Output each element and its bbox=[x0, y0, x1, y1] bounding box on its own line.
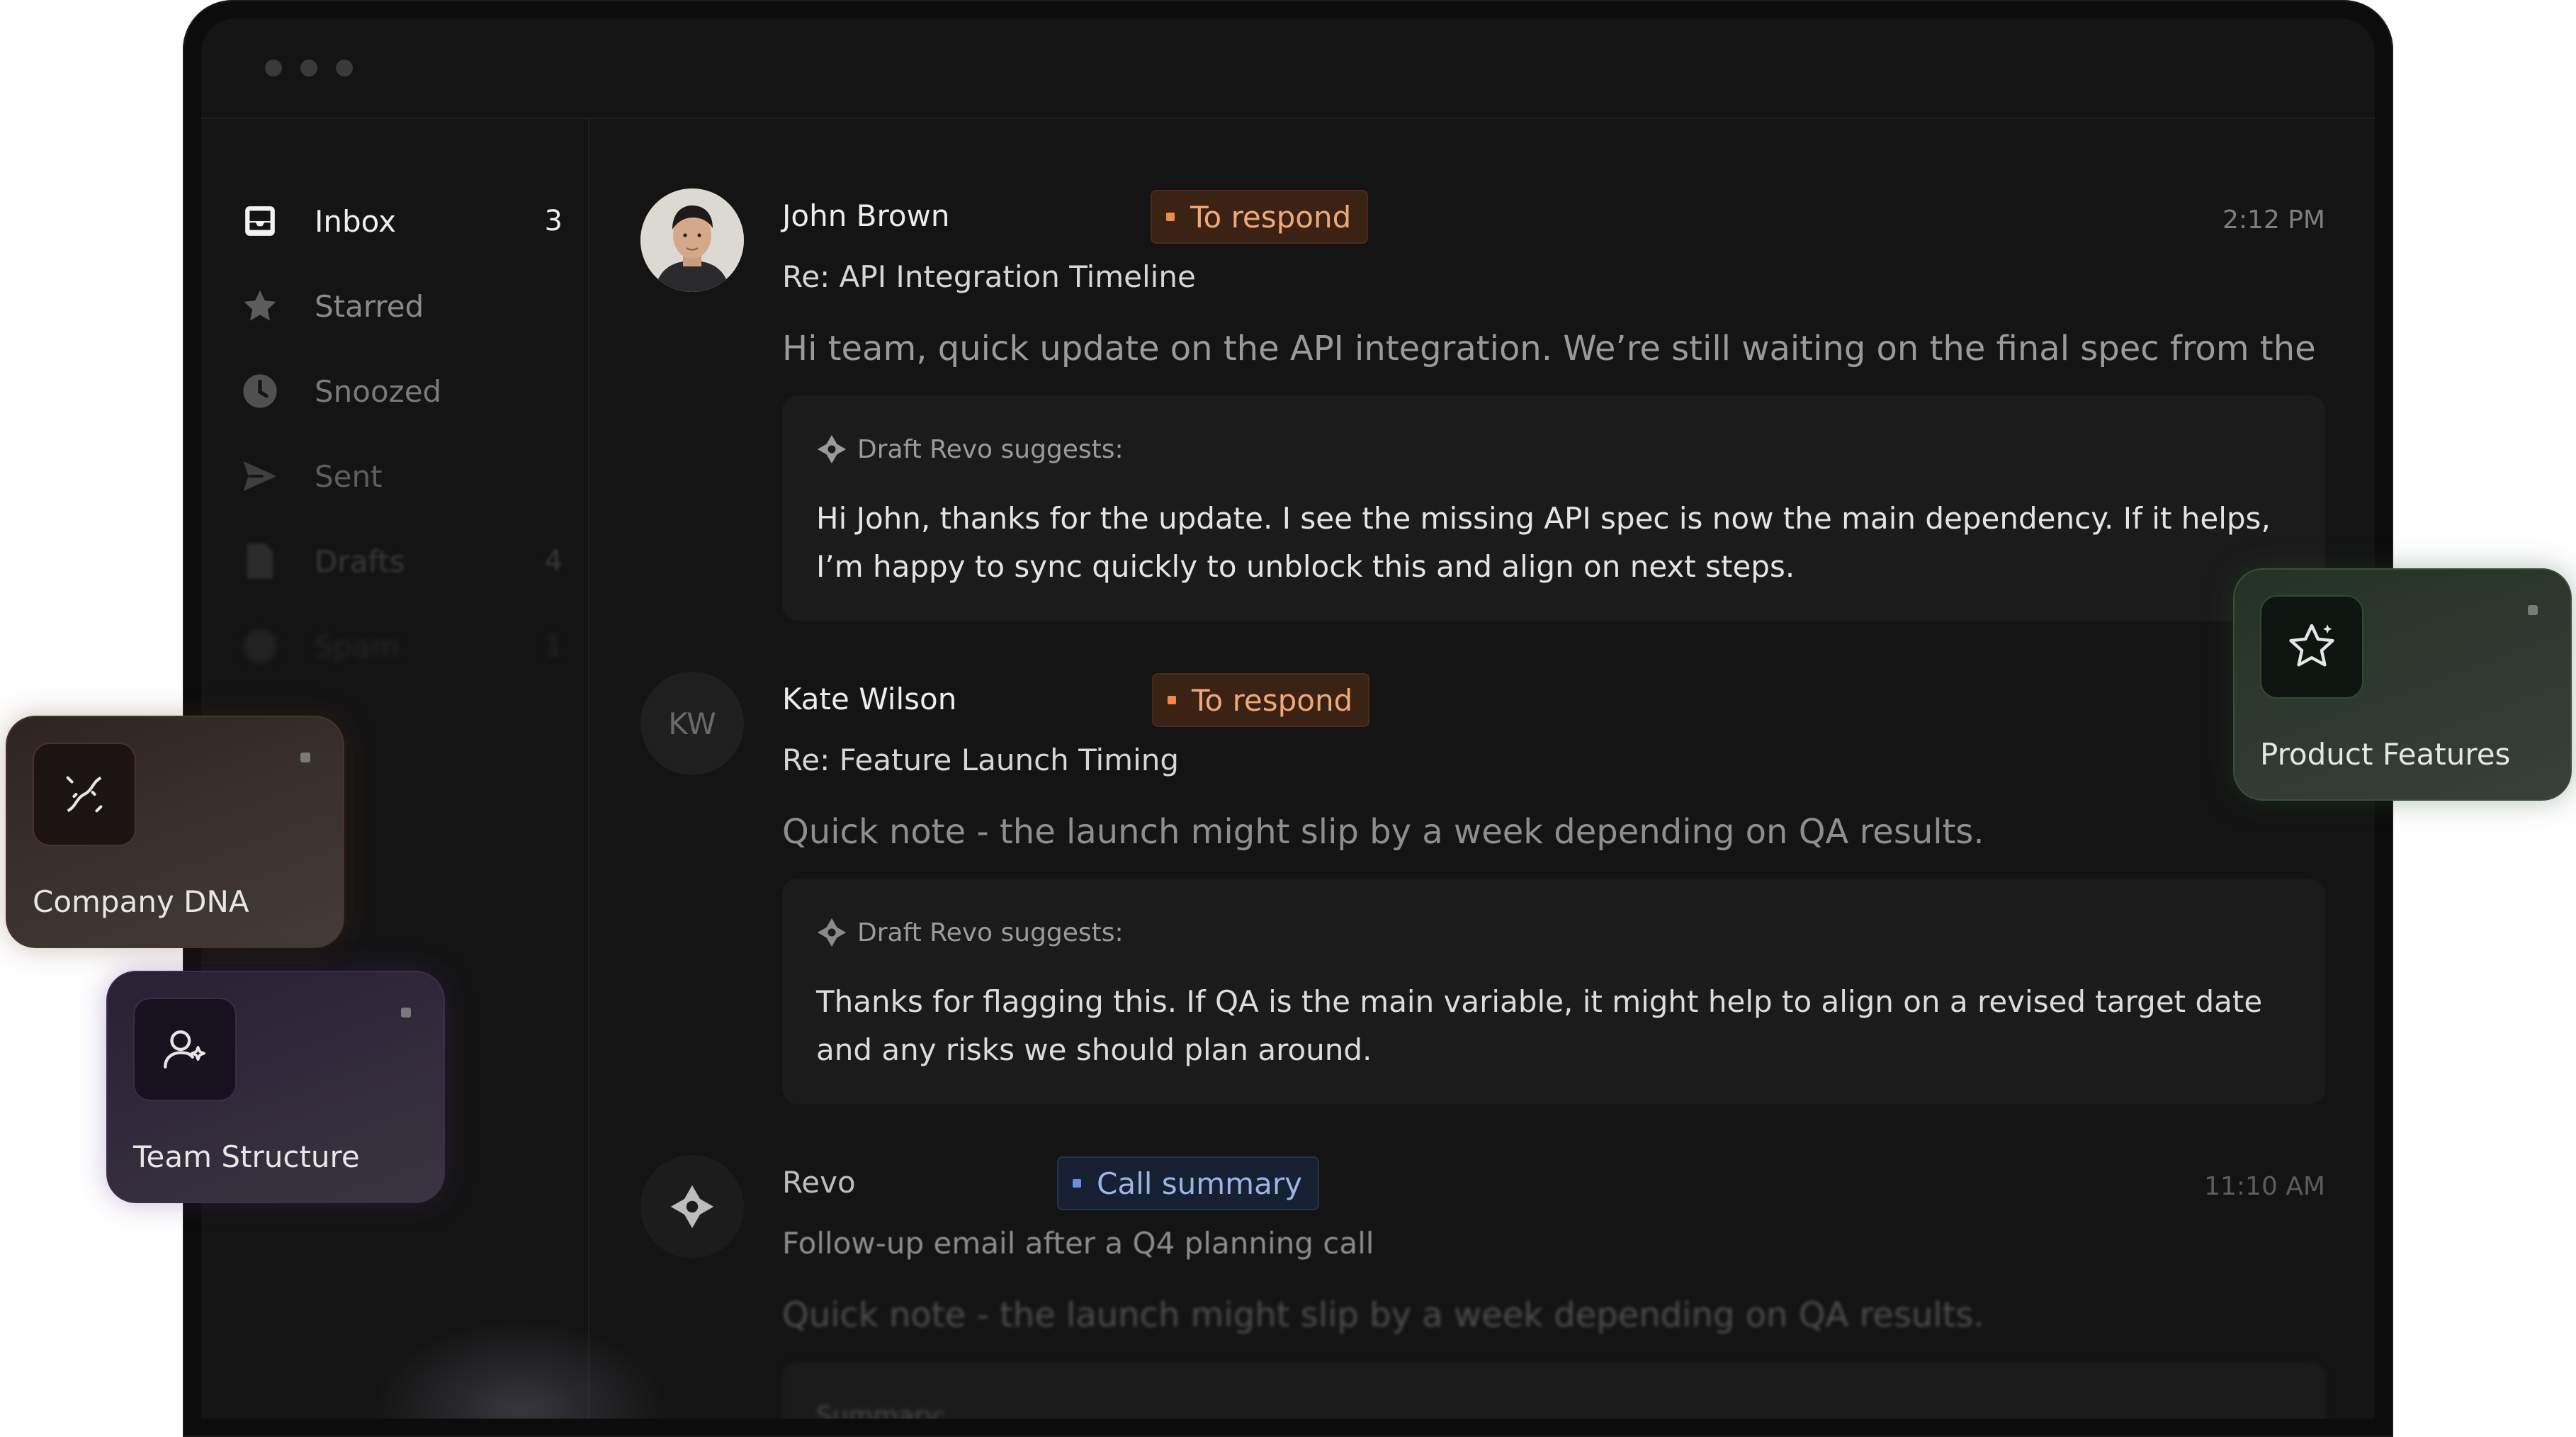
sidebar-item-label: Inbox bbox=[315, 203, 396, 239]
card-indicator-dot bbox=[2528, 605, 2538, 615]
avatar bbox=[640, 188, 744, 292]
email-preview: Hi team, quick update on the API integra… bbox=[782, 329, 2325, 368]
company-dna-card[interactable]: Company DNA bbox=[6, 716, 344, 948]
draft-suggestion[interactable]: Draft Revo suggests: Hi John, thanks for… bbox=[782, 395, 2325, 621]
email-item[interactable]: Revo Call summary 11:10 AM Follow-up ema… bbox=[589, 1084, 2375, 1419]
card-label: Team Structure bbox=[133, 1139, 360, 1174]
badge-dot-icon bbox=[1166, 213, 1175, 221]
revo-icon bbox=[817, 434, 847, 464]
revo-logo-icon bbox=[670, 1185, 714, 1229]
dna-icon bbox=[33, 743, 136, 846]
card-label: Product Features bbox=[2260, 737, 2511, 772]
sender-name: John Brown bbox=[782, 198, 950, 233]
sidebar-item-label: Starred bbox=[315, 288, 424, 324]
badge-label: To respond bbox=[1190, 199, 1352, 235]
email-subject: Re: Feature Launch Timing bbox=[782, 743, 1180, 777]
summary-heading: Summary: bbox=[816, 1402, 947, 1419]
sidebar-item-label: Drafts bbox=[315, 543, 405, 579]
email-item[interactable]: John Brown To respond 2:12 PM Re: API In… bbox=[589, 119, 2375, 621]
sidebar-item-label: Spam bbox=[315, 629, 400, 664]
email-time: 2:12 PM bbox=[2222, 205, 2325, 235]
draft-heading-label: Draft Revo suggests: bbox=[857, 434, 1124, 464]
star-icon bbox=[239, 286, 281, 327]
draft-heading: Draft Revo suggests: bbox=[816, 917, 1124, 948]
app-window: Inbox 3 Starred Snoozed Sent Drafts 4 Sp… bbox=[201, 18, 2375, 1419]
badge-label: To respond bbox=[1192, 682, 1353, 718]
email-list: John Brown To respond 2:12 PM Re: API In… bbox=[589, 119, 2375, 1419]
title-bar bbox=[201, 18, 2375, 119]
card-label: Company DNA bbox=[33, 884, 249, 919]
email-subject: Re: API Integration Timeline bbox=[782, 259, 1196, 294]
window-dot-close[interactable] bbox=[265, 60, 282, 77]
draft-heading: Draft Revo suggests: bbox=[816, 434, 1124, 465]
draft-text: Thanks for flagging this. If QA is the m… bbox=[816, 984, 2263, 1067]
sidebar-item-label: Sent bbox=[315, 458, 383, 494]
email-item[interactable]: KW Kate Wilson To respond Re: Feature La… bbox=[589, 601, 2375, 1104]
inbox-icon bbox=[239, 201, 281, 242]
sidebar-item-inbox[interactable]: Inbox 3 bbox=[239, 193, 563, 249]
person-photo bbox=[640, 188, 744, 292]
email-subject: Follow-up email after a Q4 planning call bbox=[782, 1226, 1374, 1261]
card-indicator-dot bbox=[300, 753, 310, 762]
sparkle-star-icon bbox=[2260, 595, 2363, 699]
draft-text: Hi John, thanks for the update. I see th… bbox=[816, 501, 2271, 584]
email-preview: Quick note - the launch might slip by a … bbox=[782, 812, 1984, 852]
sidebar-item-snoozed[interactable]: Snoozed bbox=[239, 363, 563, 419]
status-badge[interactable]: To respond bbox=[1151, 190, 1369, 244]
clock-icon bbox=[239, 371, 281, 412]
warning-icon bbox=[239, 626, 281, 667]
team-user-icon bbox=[133, 998, 237, 1101]
sidebar-item-sent[interactable]: Sent bbox=[239, 448, 563, 505]
revo-icon bbox=[817, 918, 847, 947]
draft-suggestion[interactable]: Draft Revo suggests: Thanks for flagging… bbox=[782, 879, 2325, 1104]
sidebar-item-starred[interactable]: Starred bbox=[239, 278, 563, 334]
badge-dot-icon bbox=[1168, 696, 1176, 704]
send-icon bbox=[239, 456, 281, 497]
badge-label: Call summary bbox=[1097, 1166, 1302, 1201]
sidebar-item-label: Snoozed bbox=[315, 373, 442, 409]
window-dot-maximize[interactable] bbox=[336, 60, 353, 77]
device-frame: Inbox 3 Starred Snoozed Sent Drafts 4 Sp… bbox=[183, 0, 2393, 1437]
draft-heading-label: Draft Revo suggests: bbox=[857, 918, 1124, 947]
card-indicator-dot bbox=[401, 1008, 411, 1018]
window-dot-minimize[interactable] bbox=[300, 60, 317, 77]
sidebar-item-count: 4 bbox=[544, 545, 563, 577]
sidebar-item-count: 1 bbox=[544, 630, 563, 663]
sidebar-item-drafts[interactable]: Drafts 4 bbox=[239, 533, 563, 590]
avatar: KW bbox=[640, 672, 744, 775]
sidebar-item-count: 3 bbox=[544, 205, 563, 237]
team-structure-card[interactable]: Team Structure bbox=[106, 971, 445, 1203]
email-time: 11:10 AM bbox=[2204, 1172, 2325, 1201]
badge-dot-icon bbox=[1073, 1179, 1081, 1188]
call-summary-box[interactable]: Summary: bbox=[782, 1362, 2325, 1419]
document-icon bbox=[239, 541, 281, 582]
sender-name: Kate Wilson bbox=[782, 682, 957, 716]
product-features-card[interactable]: Product Features bbox=[2233, 568, 2572, 801]
status-badge[interactable]: Call summary bbox=[1057, 1156, 1319, 1210]
email-preview: Quick note - the launch might slip by a … bbox=[782, 1295, 1984, 1335]
sidebar-item-spam[interactable]: Spam 1 bbox=[239, 618, 563, 675]
status-badge[interactable]: To respond bbox=[1152, 673, 1370, 727]
sender-name: Revo bbox=[782, 1165, 856, 1200]
avatar bbox=[640, 1155, 744, 1258]
